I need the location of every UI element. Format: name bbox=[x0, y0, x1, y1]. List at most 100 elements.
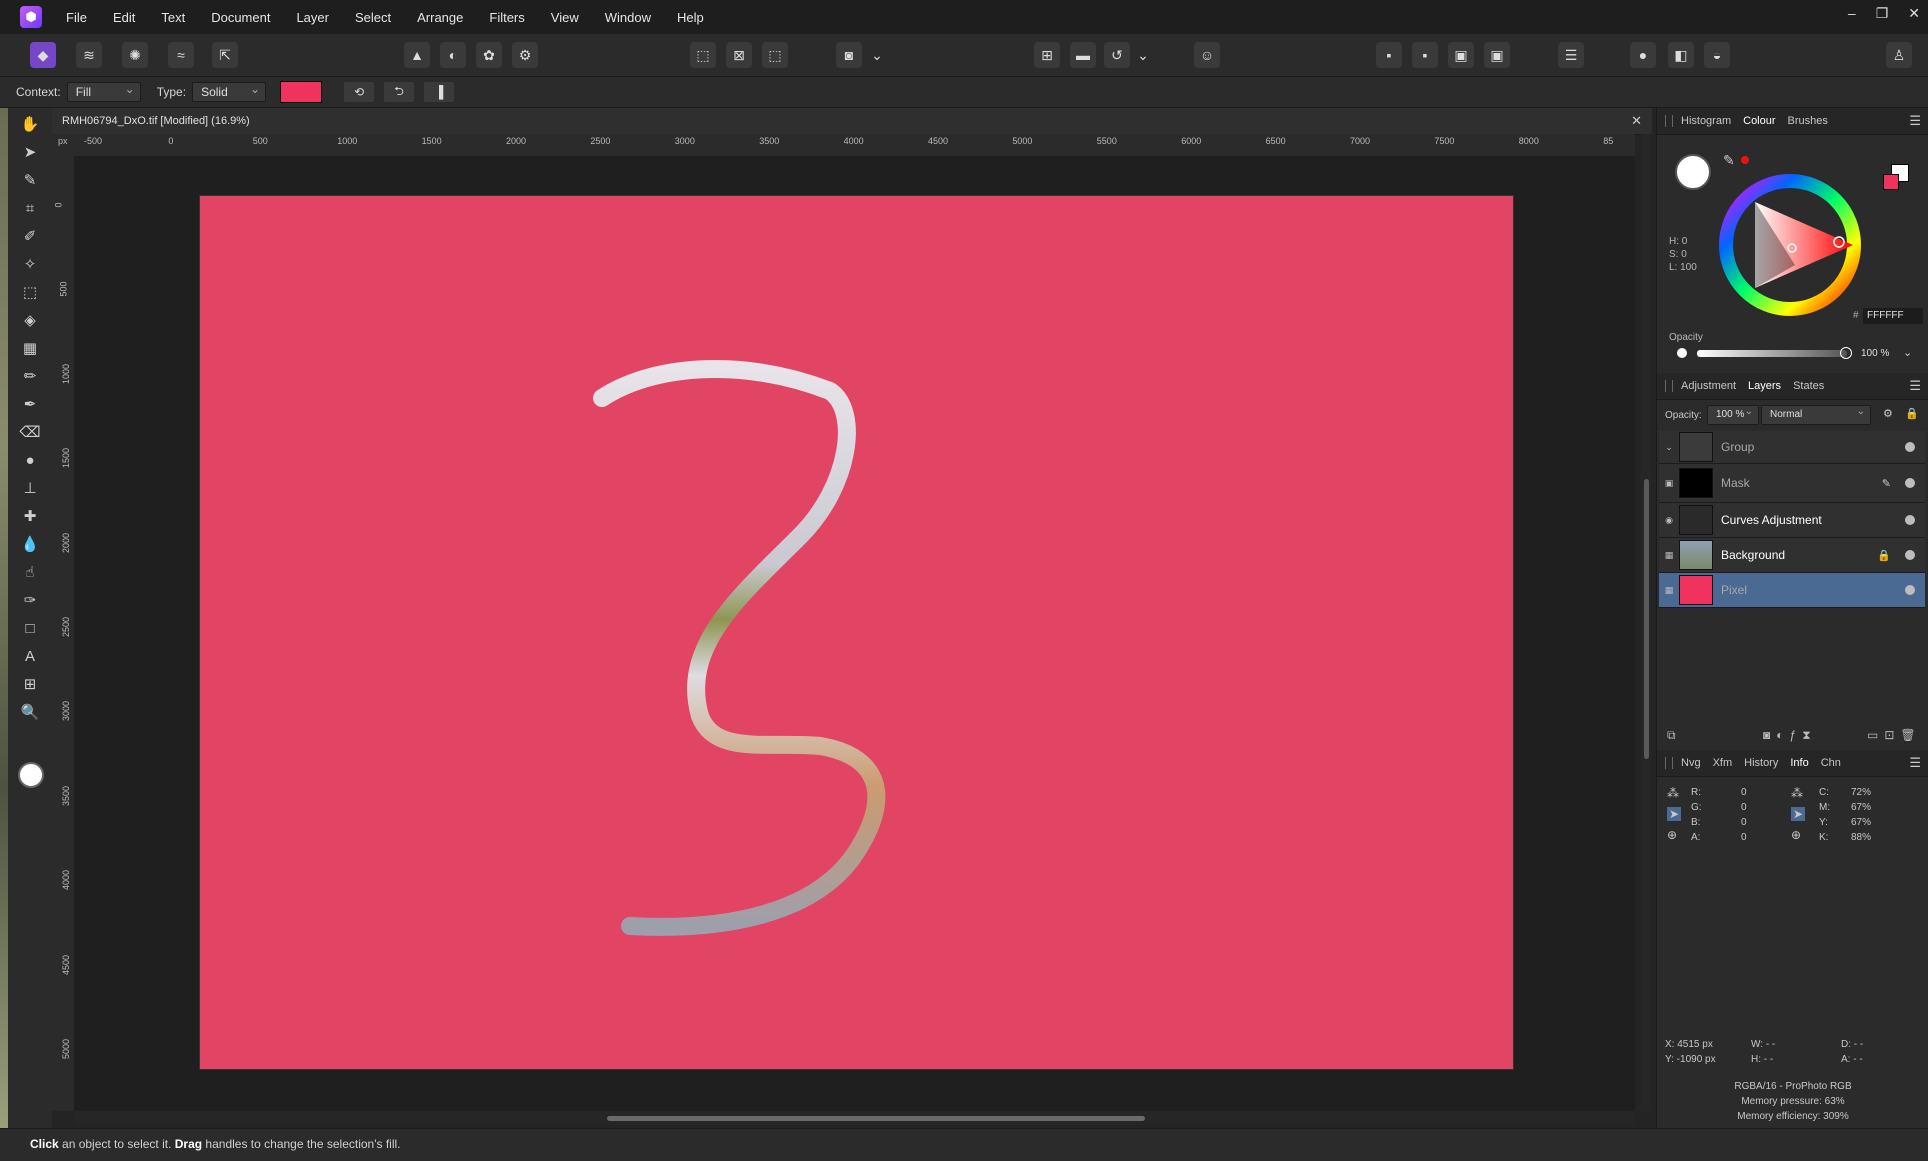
vertical-scrollbar[interactable] bbox=[1641, 134, 1651, 1111]
arrange-back-icon[interactable]: ▣ bbox=[1448, 42, 1474, 68]
arrange-front-icon[interactable]: ▣ bbox=[1484, 42, 1510, 68]
context-dropdown[interactable]: Fill bbox=[66, 80, 141, 102]
panel-menu-icon[interactable]: ☰ bbox=[1909, 113, 1921, 129]
layer-visibility-dot[interactable] bbox=[1905, 585, 1915, 595]
layer-row-curves[interactable]: ◉ Curves Adjustment bbox=[1659, 503, 1925, 538]
lock-icon[interactable]: 🔒 bbox=[1905, 407, 1919, 420]
pen-tool-icon[interactable]: ✑ bbox=[18, 588, 42, 612]
type-dropdown[interactable]: Solid bbox=[192, 80, 267, 102]
quick-mask-dropdown-icon[interactable]: ⌄ bbox=[864, 42, 890, 68]
smudge-tool-icon[interactable]: ☝ bbox=[18, 560, 42, 584]
layer-opacity-dropdown[interactable]: 100 % bbox=[1707, 403, 1759, 425]
reverse-fill-icon[interactable]: ⮌ bbox=[384, 82, 415, 102]
mesh-warp-tool-icon[interactable]: ⊞ bbox=[18, 672, 42, 696]
levels-icon[interactable]: ▲ bbox=[404, 42, 430, 68]
layer-visibility-dot[interactable] bbox=[1905, 515, 1915, 525]
opacity-slider[interactable] bbox=[1697, 350, 1847, 357]
tab-colour[interactable]: Colour bbox=[1743, 115, 1775, 127]
erase-brush-tool-icon[interactable]: ⌫ bbox=[18, 420, 42, 444]
tab-brushes[interactable]: Brushes bbox=[1788, 115, 1828, 127]
eyedropper-icon[interactable]: ✎ bbox=[1723, 152, 1735, 169]
delete-layer-icon[interactable]: 🗑 bbox=[1900, 728, 1921, 742]
layer-visibility-dot[interactable] bbox=[1905, 442, 1915, 452]
assistant-options-icon[interactable]: ⧉ bbox=[1667, 728, 1676, 742]
menu-select[interactable]: Select bbox=[355, 10, 391, 25]
fill-opacity-icon[interactable]: ▐ bbox=[424, 82, 455, 102]
layer-visibility-dot[interactable] bbox=[1905, 550, 1915, 560]
tab-histogram[interactable]: Histogram bbox=[1681, 115, 1731, 127]
flood-fill-tool-icon[interactable]: ◈ bbox=[18, 308, 42, 332]
menu-arrange[interactable]: Arrange bbox=[417, 10, 463, 25]
force-pixel-alignment-icon[interactable]: ↺ bbox=[1104, 42, 1130, 68]
boolean-intersect-icon[interactable]: ◒ bbox=[1704, 42, 1730, 68]
canvas-area[interactable] bbox=[74, 156, 1635, 1111]
info-panel-menu-icon[interactable]: ☰ bbox=[1909, 755, 1921, 771]
snapping-icon[interactable]: ▬ bbox=[1070, 42, 1096, 68]
menu-window[interactable]: Window bbox=[605, 10, 651, 25]
paint-mixer-tool-icon[interactable]: ✒ bbox=[18, 392, 42, 416]
liquify-persona-icon[interactable]: ≋ bbox=[76, 42, 102, 68]
crop-tool-icon[interactable]: ⌗ bbox=[18, 196, 42, 220]
restore-icon[interactable]: ❐ bbox=[1876, 5, 1889, 22]
move-back-icon[interactable]: ▪ bbox=[1376, 42, 1402, 68]
hex-input[interactable]: FFFFFF bbox=[1863, 308, 1923, 324]
flood-select-tool-icon[interactable]: ✧ bbox=[18, 252, 42, 276]
mask-link-icon[interactable]: ▣ bbox=[1659, 478, 1679, 489]
horizontal-scrollbar[interactable] bbox=[74, 1111, 1635, 1125]
tab-channels[interactable]: Chn bbox=[1821, 757, 1841, 769]
color-picker-tool-icon[interactable]: ✎ bbox=[18, 168, 42, 192]
menu-text[interactable]: Text bbox=[161, 10, 185, 25]
paint-brush-tool-icon[interactable]: ✏ bbox=[18, 364, 42, 388]
rgb-sampler-icon[interactable]: ⁂ bbox=[1667, 786, 1679, 800]
menu-document[interactable]: Document bbox=[211, 10, 270, 25]
stroke-swatch-icon[interactable] bbox=[1883, 174, 1899, 190]
auto-white-balance-icon[interactable]: ⚙ bbox=[512, 42, 538, 68]
target-icon[interactable]: ⊕ bbox=[1791, 828, 1801, 842]
quick-mask-icon[interactable]: ◙ bbox=[836, 42, 862, 68]
develop-persona-icon[interactable]: ✺ bbox=[122, 42, 148, 68]
add-pixel-layer-icon[interactable]: ⊡ bbox=[1884, 728, 1900, 742]
zoom-tool-icon[interactable]: 🔍 bbox=[18, 700, 42, 724]
menu-help[interactable]: Help bbox=[677, 10, 704, 25]
auto-contrast-icon[interactable]: ◐ bbox=[440, 42, 466, 68]
add-mask-icon[interactable]: ◙ bbox=[1763, 728, 1776, 742]
export-persona-icon[interactable]: ⇱ bbox=[212, 42, 238, 68]
clone-tool-icon[interactable]: ⊥ bbox=[18, 476, 42, 500]
layer-row-pixel[interactable]: ▦ Pixel bbox=[1659, 573, 1925, 608]
pointer-icon[interactable]: ➤ bbox=[1791, 807, 1806, 821]
opacity-slider-handle[interactable] bbox=[1840, 347, 1852, 359]
tab-history[interactable]: History bbox=[1744, 757, 1778, 769]
account-icon[interactable]: ♙ bbox=[1886, 42, 1912, 68]
tab-states[interactable]: States bbox=[1793, 380, 1824, 392]
pointer-icon[interactable]: ➤ bbox=[1667, 807, 1682, 821]
text-tool-icon[interactable]: A bbox=[18, 644, 42, 668]
opacity-dropdown-icon[interactable]: ⌄ bbox=[1903, 346, 1912, 359]
horizontal-scroll-thumb[interactable] bbox=[607, 1116, 1145, 1121]
close-document-icon[interactable]: ✕ bbox=[1631, 113, 1642, 129]
rectangle-tool-icon[interactable]: □ bbox=[18, 616, 42, 640]
hand-tool-icon[interactable]: ✋ bbox=[18, 112, 42, 136]
layer-row-mask[interactable]: ▣ Mask ✎ bbox=[1659, 464, 1925, 503]
tone-mapping-persona-icon[interactable]: ≈ bbox=[168, 42, 194, 68]
menu-edit[interactable]: Edit bbox=[113, 10, 135, 25]
add-group-icon[interactable]: ▭ bbox=[1867, 728, 1884, 742]
marquee-tool-icon[interactable]: ⬚ bbox=[18, 280, 42, 304]
layer-row-group[interactable]: ⌄ Group bbox=[1659, 431, 1925, 464]
document-canvas[interactable] bbox=[199, 195, 1514, 1070]
menu-filters[interactable]: Filters bbox=[489, 10, 524, 25]
boolean-add-icon[interactable]: ● bbox=[1630, 42, 1656, 68]
cmyk-sampler-icon[interactable]: ⁂ bbox=[1791, 786, 1803, 800]
tab-adjustment[interactable]: Adjustment bbox=[1681, 380, 1736, 392]
blur-tool-icon[interactable]: 💧 bbox=[18, 532, 42, 556]
layer-row-background[interactable]: ▦ Background 🔒 bbox=[1659, 538, 1925, 573]
current-colour-swatch[interactable] bbox=[1675, 154, 1711, 190]
add-live-filter-icon[interactable]: ƒ bbox=[1790, 728, 1803, 742]
opacity-value[interactable]: 100 % bbox=[1861, 348, 1889, 359]
tab-info[interactable]: Info bbox=[1790, 757, 1808, 769]
boolean-subtract-icon[interactable]: ◧ bbox=[1668, 42, 1694, 68]
layers-panel-menu-icon[interactable]: ☰ bbox=[1909, 378, 1921, 394]
layer-visibility-dot[interactable] bbox=[1905, 478, 1915, 488]
gradient-tool-icon[interactable]: ▦ bbox=[18, 336, 42, 360]
expand-chevron-icon[interactable]: ⌄ bbox=[1659, 442, 1679, 453]
tab-transform[interactable]: Xfm bbox=[1713, 757, 1733, 769]
